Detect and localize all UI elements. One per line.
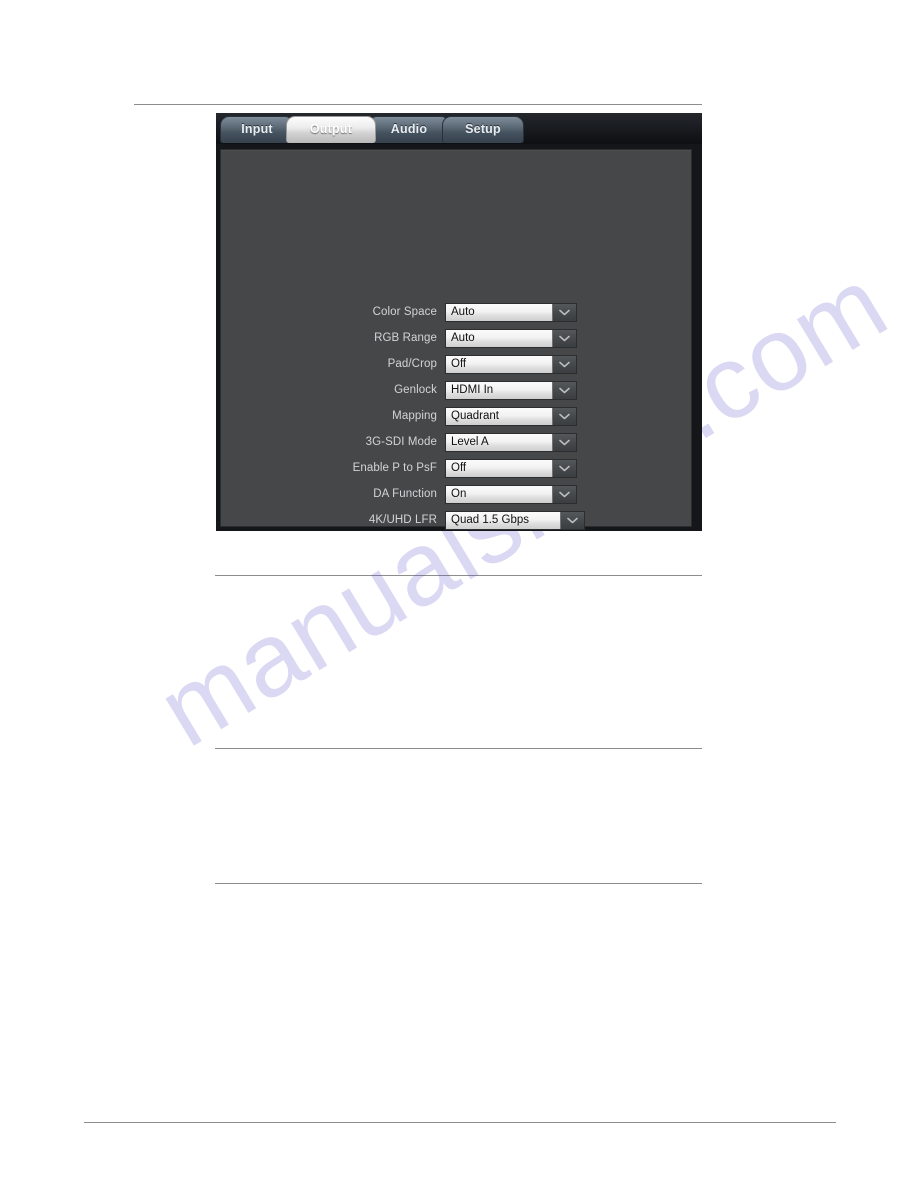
value-da-function: On	[446, 485, 553, 503]
dropdown-genlock[interactable]: HDMI In	[445, 380, 577, 400]
label-4k-uhd-lfr: 4K/UHD LFR	[368, 514, 437, 526]
dropdown-enable-p-to-psf[interactable]: Off	[445, 458, 577, 478]
tab-bar: Input Output Audio Setup	[216, 113, 702, 145]
dropdown-color-space[interactable]: Auto	[445, 302, 577, 322]
tab-output[interactable]: Output	[286, 116, 376, 143]
page-rule-1	[215, 575, 702, 576]
label-da-function: DA Function	[373, 488, 437, 500]
page-rule-top	[134, 104, 702, 105]
chevron-down-icon[interactable]	[553, 329, 576, 347]
label-pad-crop: Pad/Crop	[387, 358, 437, 370]
dropdown-pad-crop[interactable]: Off	[445, 354, 577, 374]
setting-row-genlock: Genlock HDMI In	[221, 377, 693, 403]
dropdown-da-function[interactable]: On	[445, 484, 577, 504]
chevron-down-icon[interactable]	[553, 303, 576, 321]
page-rule-3	[215, 883, 702, 884]
setting-row-enable-p-to-psf: Enable P to PsF Off	[221, 455, 693, 481]
value-3g-sdi-mode: Level A	[446, 433, 553, 451]
setting-row-da-function: DA Function On	[221, 481, 693, 507]
value-mapping: Quadrant	[446, 407, 553, 425]
tab-input[interactable]: Input	[220, 116, 294, 143]
label-rgb-range: RGB Range	[374, 332, 437, 344]
chevron-down-icon[interactable]	[553, 381, 576, 399]
device-control-window: Input Output Audio Setup Color Space Aut…	[216, 113, 702, 531]
chevron-down-icon[interactable]	[553, 459, 576, 477]
value-color-space: Auto	[446, 303, 553, 321]
label-genlock: Genlock	[394, 384, 437, 396]
chevron-down-icon[interactable]	[553, 407, 576, 425]
dropdown-rgb-range[interactable]: Auto	[445, 328, 577, 348]
label-3g-sdi-mode: 3G-SDI Mode	[365, 436, 437, 448]
value-genlock: HDMI In	[446, 381, 553, 399]
label-mapping: Mapping	[392, 410, 437, 422]
value-pad-crop: Off	[446, 355, 553, 373]
setting-row-3g-sdi-mode: 3G-SDI Mode Level A	[221, 429, 693, 455]
value-4k-uhd-lfr: Quad 1.5 Gbps	[446, 511, 561, 529]
chevron-down-icon[interactable]	[561, 511, 584, 529]
setting-row-4k-uhd-lfr: 4K/UHD LFR Quad 1.5 Gbps	[221, 507, 693, 533]
dropdown-mapping[interactable]: Quadrant	[445, 406, 577, 426]
chevron-down-icon[interactable]	[553, 485, 576, 503]
label-color-space: Color Space	[372, 306, 437, 318]
dropdown-4k-uhd-lfr[interactable]: Quad 1.5 Gbps	[445, 510, 585, 530]
dropdown-3g-sdi-mode[interactable]: Level A	[445, 432, 577, 452]
value-rgb-range: Auto	[446, 329, 553, 347]
output-settings-panel: Color Space Auto RGB Range Auto Pad/Crop…	[216, 144, 702, 531]
setting-row-color-space: Color Space Auto	[221, 299, 693, 325]
output-settings-form: Color Space Auto RGB Range Auto Pad/Crop…	[221, 299, 693, 533]
setting-row-rgb-range: RGB Range Auto	[221, 325, 693, 351]
setting-row-pad-crop: Pad/Crop Off	[221, 351, 693, 377]
setting-row-mapping: Mapping Quadrant	[221, 403, 693, 429]
page-rule-2	[215, 748, 702, 749]
tab-audio[interactable]: Audio	[368, 116, 450, 143]
panel-inner: Color Space Auto RGB Range Auto Pad/Crop…	[220, 149, 692, 530]
label-enable-p-to-psf: Enable P to PsF	[352, 462, 437, 474]
chevron-down-icon[interactable]	[553, 355, 576, 373]
chevron-down-icon[interactable]	[553, 433, 576, 451]
tab-setup[interactable]: Setup	[442, 116, 524, 143]
page-rule-footer	[84, 1122, 836, 1123]
value-enable-p-to-psf: Off	[446, 459, 553, 477]
